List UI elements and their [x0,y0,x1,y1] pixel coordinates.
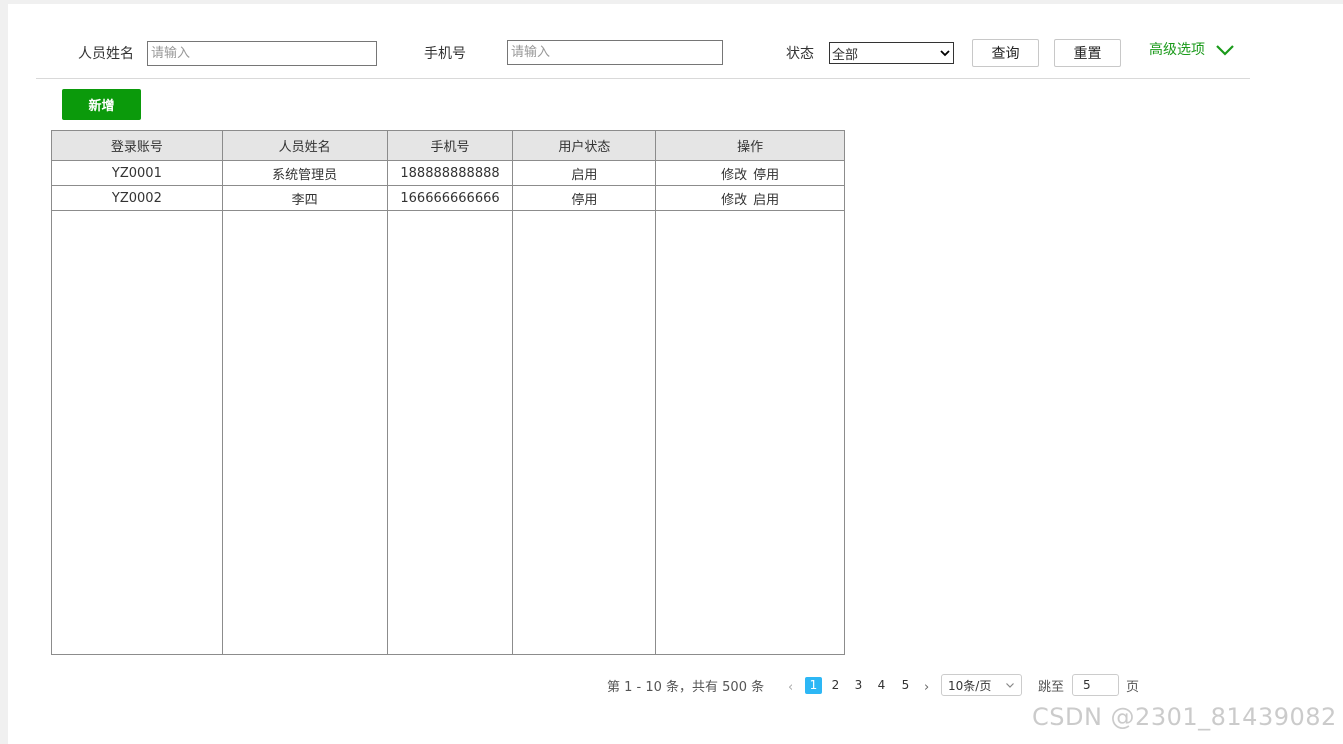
cell-status: 停用 [512,185,657,211]
prev-page-button[interactable]: ‹ [788,680,793,696]
cell-actions: 修改 启用 [655,185,845,211]
page-5-button[interactable]: 5 [897,677,914,694]
jump-unit-label: 页 [1126,680,1140,695]
header-actions: 操作 [655,130,845,161]
header-phone: 手机号 [386,130,514,161]
next-page-button[interactable]: › [924,680,929,696]
name-filter-label: 人员姓名 [78,46,134,62]
phone-input[interactable] [507,40,723,65]
table-row: YZ0001 系统管理员 188888888888 启用 修改 停用 [51,160,845,186]
cell-actions: 修改 停用 [655,160,845,186]
page-2-button[interactable]: 2 [827,677,844,694]
table-header-row: 登录账号 人员姓名 手机号 用户状态 操作 [51,130,845,161]
enable-link[interactable]: 启用 [753,193,779,208]
page-size-select[interactable]: 10条/页 [941,674,1022,696]
status-filter-label: 状态 [786,46,814,62]
status-select[interactable]: 全部 [829,42,954,64]
chevron-down-icon [940,50,950,57]
header-account: 登录账号 [51,130,223,161]
cell-name: 系统管理员 [221,160,388,186]
table-empty-area [51,210,845,655]
page-size-value: 10条/页 [948,678,992,693]
watermark-text: CSDN @2301_81439082 [1032,703,1337,731]
jump-page-input[interactable]: 5 [1072,674,1119,696]
name-input[interactable] [147,41,377,66]
cell-account: YZ0001 [51,160,223,186]
table-row: YZ0002 李四 166666666666 停用 修改 启用 [51,185,845,211]
disable-link[interactable]: 停用 [753,168,779,183]
status-select-value: 全部 [832,47,859,63]
cell-phone: 188888888888 [386,160,514,186]
advanced-options-link[interactable]: 高级选项 [1149,40,1205,60]
chevron-down-icon [1006,683,1014,688]
cell-status: 启用 [512,160,657,186]
pagination-summary: 第 1 - 10 条，共有 500 条 [607,680,765,695]
page-3-button[interactable]: 3 [850,677,867,694]
jump-to-label: 跳至 [1038,680,1065,695]
add-button[interactable]: 新增 [62,89,141,120]
user-table: 登录账号 人员姓名 手机号 用户状态 操作 YZ0001 系统管理员 18888… [51,130,845,655]
filter-divider [36,78,1250,79]
chevron-down-icon[interactable] [1215,40,1235,60]
header-name: 人员姓名 [221,130,388,161]
page-4-button[interactable]: 4 [873,677,890,694]
page-1-button[interactable]: 1 [805,677,822,694]
edit-link[interactable]: 修改 [721,168,747,183]
phone-filter-label: 手机号 [424,46,466,62]
header-status: 用户状态 [512,130,657,161]
query-button[interactable]: 查询 [972,39,1039,67]
cell-phone: 166666666666 [386,185,514,211]
cell-account: YZ0002 [51,185,223,211]
edit-link[interactable]: 修改 [721,193,747,208]
reset-button[interactable]: 重置 [1054,39,1121,67]
cell-name: 李四 [221,185,388,211]
